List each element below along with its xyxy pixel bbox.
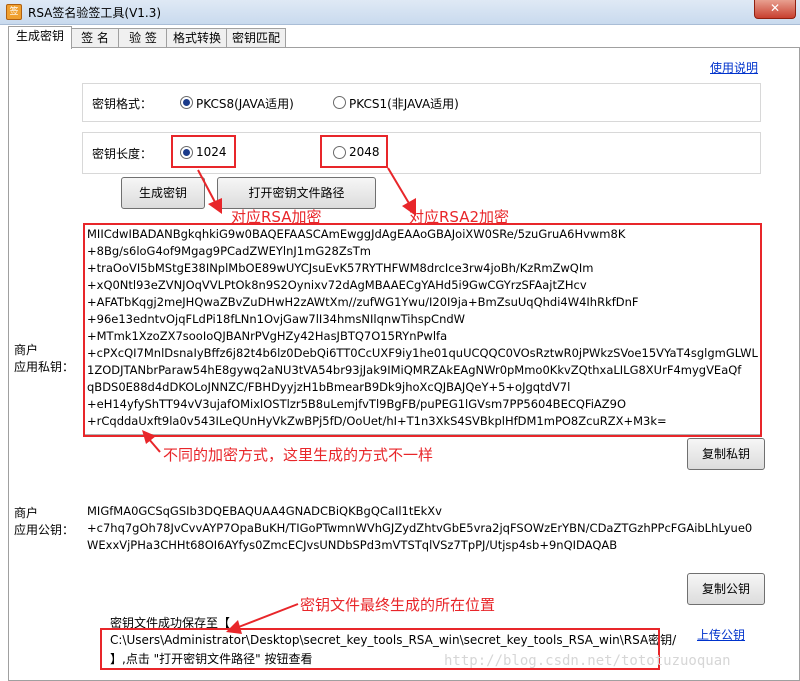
tab-generate-key[interactable]: 生成密钥 (8, 26, 72, 49)
arrowhead-location (226, 620, 242, 634)
arrow-2048 (387, 167, 411, 206)
arrow-location (235, 603, 299, 629)
annotation-arrows (142, 167, 416, 634)
arrow-1024 (197, 169, 217, 205)
arrowhead-2048 (402, 198, 416, 216)
arrowhead-methods (142, 430, 156, 444)
